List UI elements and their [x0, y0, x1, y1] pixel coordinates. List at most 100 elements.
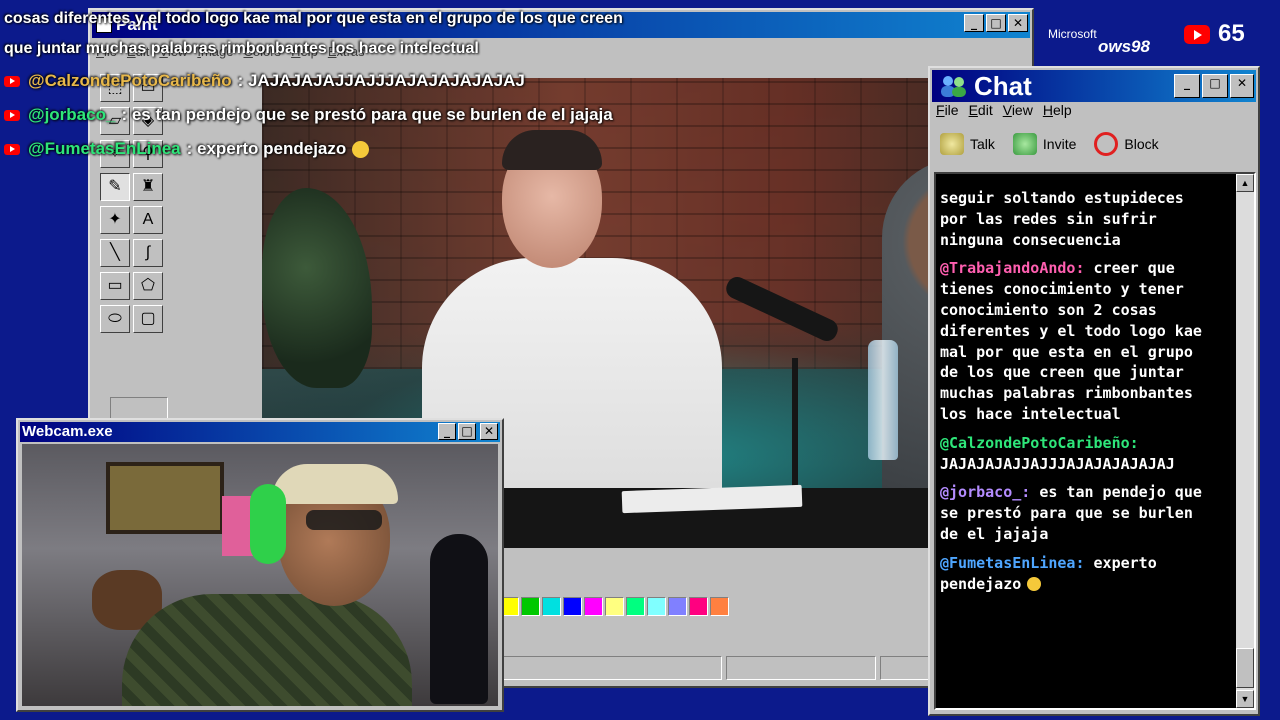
chat-text: seguir soltando estupideces por las rede… — [940, 189, 1184, 249]
polygon-tool-icon[interactable]: ⬠ — [133, 272, 163, 300]
invite-label: Invite — [1042, 136, 1077, 152]
chat-window: Chat _ □ ✕ File Edit View Help Talk Invite … — [928, 66, 1260, 716]
chat-menu-item[interactable]: Help — [1043, 102, 1072, 118]
color-swatch[interactable] — [521, 597, 540, 616]
overlay-line: cosas diferentes y el todo logo kae mal … — [4, 10, 623, 27]
invite-button[interactable]: Invite — [1012, 132, 1077, 156]
status-panel-1 — [500, 656, 722, 680]
chat-username: @CalzondePotoCaribeño: — [940, 433, 1139, 452]
scroll-up-icon[interactable]: ▲ — [1236, 174, 1254, 192]
color-swatch[interactable] — [668, 597, 687, 616]
webcam-feed — [22, 444, 498, 706]
chat-menubar: File Edit View Help — [936, 102, 1082, 118]
laughing-emoji-icon — [352, 140, 370, 158]
chat-toolbar: Talk Invite Block — [940, 132, 1159, 156]
brand-windows: ows98 — [1098, 37, 1150, 56]
overlay-username: @jorbaco_ — [28, 105, 116, 124]
youtube-icon — [4, 143, 20, 155]
close-button[interactable]: ✕ — [1008, 14, 1028, 32]
minimize-button[interactable]: _ — [964, 14, 984, 32]
color-swatch[interactable] — [542, 597, 561, 616]
color-swatch[interactable] — [689, 597, 708, 616]
maximize-button[interactable]: □ — [458, 423, 476, 440]
curve-tool-icon[interactable]: ∫ — [133, 239, 163, 267]
talk-icon — [940, 133, 964, 155]
webcam-window: Webcam.exe _ □ ✕ — [16, 418, 504, 712]
brush-tool-icon[interactable]: ♜ — [133, 173, 163, 201]
streamer-body — [122, 594, 412, 706]
color-swatch[interactable] — [584, 597, 603, 616]
minimize-button[interactable]: _ — [438, 423, 456, 440]
overlay-message: @CalzondePotoCaribeño : JAJAJAJAJJAJJJAJ… — [4, 64, 694, 98]
wall-painting — [106, 462, 224, 534]
rounded-rect-tool-icon[interactable]: ▢ — [133, 305, 163, 333]
chat-message-area[interactable]: seguir soltando estupideces por las rede… — [934, 172, 1256, 710]
chat-message: @jorbaco_: es tan pendejo que se prestó … — [940, 482, 1218, 544]
overlay-username: @CalzondePotoCaribeño — [28, 71, 232, 90]
chat-titlebar[interactable]: Chat _ □ ✕ — [932, 70, 1256, 102]
airbrush-tool-icon[interactable]: ✦ — [100, 206, 130, 234]
chat-message: seguir soltando estupideces por las rede… — [940, 188, 1218, 250]
block-button[interactable]: Block — [1094, 132, 1159, 156]
invite-icon — [1012, 133, 1037, 155]
overlay-text: : es tan pendejo que se prestó para que … — [121, 105, 613, 124]
block-icon — [1094, 132, 1119, 156]
color-swatch[interactable] — [563, 597, 582, 616]
overlay-line: que juntar muchas palabras rimbonbantes … — [4, 40, 479, 57]
webcam-titlebar[interactable]: Webcam.exe _ □ ✕ — [20, 422, 500, 442]
overlay-text: : JAJAJAJAJJAJJJAJAJAJAJAJAJ — [237, 71, 525, 90]
chat-scrollbar[interactable]: ▲ ▼ — [1236, 174, 1254, 708]
chat-username: @jorbaco_: — [940, 483, 1031, 502]
block-label: Block — [1124, 136, 1159, 152]
youtube-icon — [4, 109, 20, 121]
streamer-microphone — [430, 534, 488, 704]
viewer-count: 65 — [1184, 20, 1245, 48]
webcam-title: Webcam.exe — [22, 423, 113, 440]
color-swatch[interactable] — [647, 597, 666, 616]
color-palette — [500, 597, 731, 621]
brand-microsoft: Microsoft — [1048, 27, 1097, 41]
overlay-message: @FumetasEnLinea : experto pendejazo — [4, 132, 694, 166]
chat-text: creer que tienes conocimiento y tener co… — [940, 259, 1202, 423]
text-tool-icon[interactable]: A — [133, 206, 163, 234]
people-icon — [941, 76, 966, 97]
chat-username: @FumetasEnLinea: — [940, 553, 1085, 572]
green-headphones — [250, 484, 286, 564]
chat-message: @FumetasEnLinea: experto pendejazo — [940, 553, 1218, 595]
streamer-cap — [272, 464, 398, 504]
maximize-button[interactable]: □ — [1202, 74, 1228, 98]
close-button[interactable]: ✕ — [1230, 74, 1254, 98]
close-button[interactable]: ✕ — [480, 423, 498, 440]
chat-menu-item[interactable]: Edit — [969, 102, 993, 118]
chat-username: @TrabajandoAndo: — [940, 259, 1085, 278]
laughing-emoji-icon — [1027, 577, 1042, 592]
chat-message-list: seguir soltando estupideces por las rede… — [940, 188, 1218, 602]
chat-menu-item[interactable]: View — [1003, 102, 1033, 118]
chat-title: Chat — [974, 71, 1032, 101]
youtube-icon — [4, 75, 20, 87]
minimize-button[interactable]: _ — [1174, 74, 1200, 98]
color-swatch[interactable] — [605, 597, 624, 616]
status-panel-2 — [726, 656, 876, 680]
overlay-chat: cosas diferentes y el todo logo kae mal … — [4, 4, 694, 166]
pencil-tool-icon[interactable]: ✎ — [100, 173, 130, 201]
overlay-username: @FumetasEnLinea — [28, 139, 181, 158]
windows98-logo: Microsoft ows98 — [1040, 18, 1170, 60]
maximize-button[interactable]: □ — [986, 14, 1006, 32]
color-swatch[interactable] — [710, 597, 729, 616]
chat-text: JAJAJAJAJJAJJJAJAJAJAJAJAJ — [940, 454, 1175, 473]
chat-menu-item[interactable]: File — [936, 102, 959, 118]
color-swatch[interactable] — [626, 597, 645, 616]
ellipse-tool-icon[interactable]: ⬭ — [100, 305, 130, 333]
overlay-text: : experto pendejazo — [186, 139, 347, 158]
talk-label: Talk — [970, 136, 995, 152]
talk-button[interactable]: Talk — [940, 132, 995, 156]
chat-message: @CalzondePotoCaribeño: JAJAJAJAJJAJJJAJA… — [940, 433, 1218, 475]
scroll-down-icon[interactable]: ▼ — [1236, 690, 1254, 708]
youtube-icon — [1184, 24, 1210, 44]
water-bottle — [868, 340, 898, 460]
scroll-thumb[interactable] — [1236, 648, 1254, 688]
line-tool-icon[interactable]: ╲ — [100, 239, 130, 267]
overlay-message: @jorbaco_ : es tan pendejo que se prestó… — [4, 98, 694, 132]
rectangle-tool-icon[interactable]: ▭ — [100, 272, 130, 300]
